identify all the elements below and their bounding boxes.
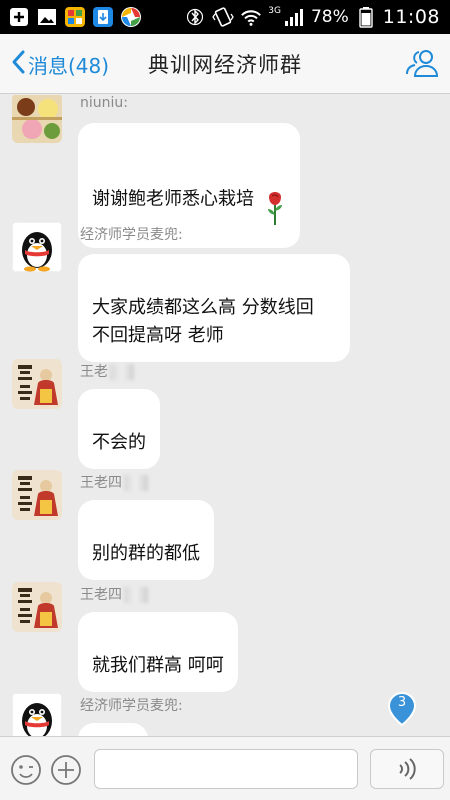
avatar[interactable] [12, 95, 62, 143]
header: 消息(48) 典训网经济师群 [0, 34, 450, 94]
image-icon [36, 6, 58, 28]
signal-icon [283, 6, 305, 28]
bluetooth-icon [184, 6, 206, 28]
message-bubble[interactable] [78, 723, 148, 736]
avatar[interactable] [12, 222, 62, 272]
plus-icon [51, 755, 81, 785]
back-chevron-icon [10, 49, 26, 80]
avatar[interactable] [12, 693, 62, 736]
sync-icon [120, 6, 142, 28]
voice-icon [399, 758, 416, 780]
battery-percent: 78% [310, 7, 349, 27]
chat-message: niuniu: 谢谢鲍老师悉心栽培 [12, 95, 442, 248]
avatar[interactable] [12, 470, 62, 520]
message-text: 就我们群高 呵呵 [92, 655, 224, 676]
voice-button[interactable] [370, 749, 444, 789]
battery-icon [355, 6, 377, 28]
wifi-icon [240, 6, 262, 28]
sender-name: 王老 [80, 361, 134, 381]
sender-name: 王老四 [80, 472, 148, 492]
back-label: 消息(48) [28, 53, 110, 78]
message-bubble[interactable]: 不会的 [78, 389, 160, 469]
message-text: 不会的 [92, 432, 146, 453]
avatar[interactable] [12, 582, 62, 632]
chat-message: 经济师学员麦兜: 大家成绩都这么高 分数线回 不回提高呀 老师 [12, 222, 442, 362]
emoji-icon [11, 755, 41, 785]
network-type: 3G [268, 6, 281, 16]
sender-name: niuniu: [80, 95, 128, 111]
add-icon [8, 6, 30, 28]
members-button[interactable] [404, 46, 440, 82]
clock: 11:08 [382, 6, 440, 28]
chat-message: 王老四 就我们群高 呵呵 [12, 582, 442, 692]
emoji-button[interactable] [10, 754, 42, 786]
back-button[interactable]: 消息(48) [10, 34, 109, 94]
message-bubble[interactable]: 就我们群高 呵呵 [78, 612, 238, 692]
message-input[interactable] [94, 749, 358, 789]
app-icon [64, 6, 86, 28]
redacted-text [124, 587, 148, 603]
status-bar: 3G 78% 11:08 [0, 0, 450, 34]
input-bar [0, 736, 450, 800]
vibrate-icon [212, 6, 235, 28]
unread-badge[interactable]: 3 [387, 691, 417, 727]
sender-name: 经济师学员麦兜: [80, 227, 183, 243]
redacted-text [110, 364, 134, 380]
more-button[interactable] [50, 754, 82, 786]
avatar[interactable] [12, 359, 62, 409]
chat-message: 经济师学员麦兜: [12, 693, 442, 736]
chat-message: 王老四 别的群的都低 [12, 470, 442, 580]
message-bubble[interactable]: 别的群的都低 [78, 500, 214, 580]
message-text: 大家成绩都这么高 分数线回 不回提高呀 老师 [92, 297, 314, 346]
message-bubble[interactable]: 大家成绩都这么高 分数线回 不回提高呀 老师 [78, 254, 350, 362]
chat-message: 王老 不会的 [12, 359, 442, 469]
chat-area[interactable]: niuniu: 谢谢鲍老师悉心栽培 经济师学员麦兜: 大家成绩都这么高 分数线回… [0, 95, 450, 736]
sender-name: 王老四 [80, 584, 148, 604]
message-text: 谢谢鲍老师悉心栽培 [92, 188, 254, 210]
message-text: 别的群的都低 [92, 543, 200, 564]
redacted-text [124, 475, 148, 491]
download-icon [92, 6, 114, 28]
members-icon [406, 50, 439, 77]
sender-name: 经济师学员麦兜: [80, 698, 183, 714]
unread-count: 3 [397, 695, 407, 710]
